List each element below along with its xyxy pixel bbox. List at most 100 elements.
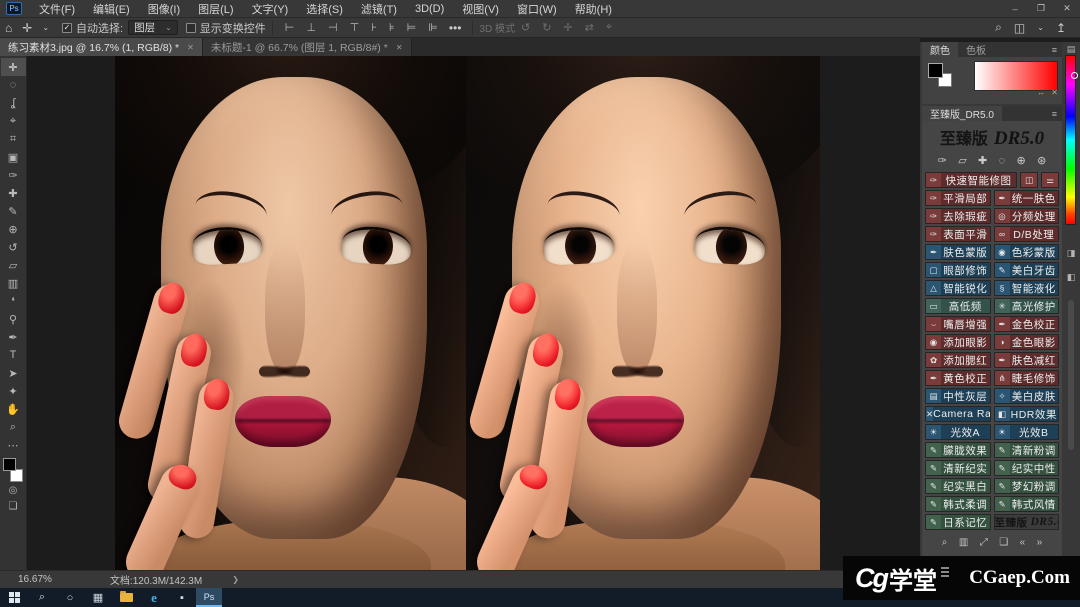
dr5-button-智能锐化[interactable]: △ 智能锐化: [925, 280, 991, 296]
distribute-icon-3[interactable]: ⊫: [422, 21, 444, 34]
edge-button[interactable]: e: [140, 588, 168, 607]
close-button[interactable]: ✕: [1054, 0, 1080, 18]
auto-select-checkbox[interactable]: [62, 22, 73, 33]
dr5-button-嘴唇增强[interactable]: ⌣ 嘴唇增强: [925, 316, 991, 332]
dr5-button-金色眼影[interactable]: ◑ 金色眼影: [993, 334, 1059, 350]
dr5-button-分频处理[interactable]: ◎ 分频处理: [993, 208, 1059, 224]
dr5-button-D/B处理[interactable]: ∞ D/B处理: [993, 226, 1059, 242]
align-icon-2[interactable]: ⊣: [322, 21, 344, 34]
healing-brush-tool[interactable]: ✚: [1, 184, 26, 202]
more-options-icon[interactable]: •••: [444, 21, 467, 35]
stamp-icon[interactable]: ⊕: [1017, 154, 1026, 167]
edit-toolbar[interactable]: ⋯: [1, 436, 26, 454]
menu-item-帮助(H)[interactable]: 帮助(H): [566, 0, 621, 18]
history-brush-tool[interactable]: ↺: [1, 238, 26, 256]
dr5-button-睫毛修饰[interactable]: ⋔ 睫毛修饰: [993, 370, 1059, 386]
panel-menu-icon[interactable]: ≡: [1052, 109, 1062, 119]
dr5-button-日系记忆[interactable]: ✎ 日系记忆: [925, 514, 991, 530]
lasso-tool[interactable]: ʆ: [1, 94, 26, 112]
dr5-button-朦胧效果[interactable]: ✎ 朦胧效果: [925, 442, 991, 458]
home-icon[interactable]: ⌂: [0, 21, 17, 35]
dr5-button-表面平滑[interactable]: ✑ 表面平滑: [925, 226, 991, 242]
target-select[interactable]: 图层 ⌄: [128, 20, 178, 35]
menu-item-3D(D)[interactable]: 3D(D): [406, 0, 453, 18]
chevron-down-icon[interactable]: ⌄: [37, 23, 54, 32]
stamp-x1-icon[interactable]: ⊛: [1037, 154, 1046, 167]
panel-icon[interactable]: ▥: [959, 537, 968, 548]
3d-mode-icon-3[interactable]: ⇄: [579, 21, 600, 34]
share-icon[interactable]: ↥: [1050, 21, 1072, 35]
dr5-button-美白牙齿[interactable]: ✎ 美白牙齿: [993, 262, 1059, 278]
close-icon[interactable]: ✕: [396, 43, 403, 52]
dr5-button-色彩蒙版[interactable]: ◉ 色彩蒙版: [993, 244, 1059, 260]
foreground-color-swatch[interactable]: [3, 458, 16, 471]
chevron-left-icon[interactable]: «: [1020, 537, 1026, 548]
dr5-extra-button-1[interactable]: ⚌: [1041, 172, 1059, 188]
zoom-icon[interactable]: ⌕: [942, 537, 948, 548]
restore-button[interactable]: ❐: [1028, 0, 1054, 18]
crop-tool[interactable]: ⌗: [1, 130, 26, 148]
quick-select-tool[interactable]: ⌖: [1, 112, 26, 130]
dr5-button-纪实中性[interactable]: ✎ 纪实中性: [993, 460, 1059, 476]
close-icon[interactable]: ✕: [187, 43, 194, 52]
distribute-icon-1[interactable]: ⊧: [383, 21, 401, 34]
blur-tool[interactable]: ❛: [1, 292, 26, 310]
menu-item-窗口(W)[interactable]: 窗口(W): [508, 0, 566, 18]
portrait-after[interactable]: [466, 56, 820, 570]
chevron-right-icon[interactable]: »: [1037, 537, 1043, 548]
menu-item-文字(Y)[interactable]: 文字(Y): [243, 0, 298, 18]
dr5-button-快速智能修图[interactable]: ✑ 快速智能修图: [925, 172, 1017, 188]
screen-mode-button[interactable]: ❏: [1, 498, 26, 514]
pen-tool[interactable]: ✒: [1, 328, 26, 346]
copy-icon[interactable]: ❏: [999, 537, 1008, 548]
zoom-level[interactable]: 16.67%: [18, 574, 52, 585]
eraser-tool[interactable]: ▱: [1, 256, 26, 274]
3d-mode-icon-4[interactable]: ⌖: [600, 21, 618, 34]
dr5-extra-button-0[interactable]: ◫: [1020, 172, 1038, 188]
dr5-button-高光修护[interactable]: ✳ 高光修护: [993, 298, 1059, 314]
move-tool[interactable]: ✛: [0, 58, 26, 76]
dr5-button-韩式柔调[interactable]: ✎ 韩式柔调: [925, 496, 991, 512]
dr5-button-高低频[interactable]: ▭ 高低频: [925, 298, 991, 314]
panel-icon[interactable]: ◧: [1062, 272, 1080, 283]
document-tab[interactable]: 未标题-1 @ 66.7% (图层 1, RGB/8#) * ✕: [202, 38, 412, 56]
search-icon[interactable]: ⌕: [989, 20, 1008, 35]
show-transform-checkbox[interactable]: [185, 22, 196, 33]
zoom-tool[interactable]: ⌕: [1, 418, 26, 436]
frame-tool[interactable]: ▣: [1, 148, 26, 166]
dr5-button-梦幻粉调[interactable]: ✎ 梦幻粉调: [993, 478, 1059, 494]
move-tool-icon[interactable]: ✛: [17, 21, 37, 35]
tab-dr5[interactable]: 至臻版_DR5.0: [922, 106, 1002, 121]
dr5-button-光效A[interactable]: ☀ 光效A: [925, 424, 991, 440]
dr5-button-韩式风情[interactable]: ✎ 韩式风情: [993, 496, 1059, 512]
file-explorer-button[interactable]: [112, 588, 140, 607]
panel-menu-icon[interactable]: ≡: [1052, 45, 1062, 55]
dr5-button-纪实黑白[interactable]: ✎ 纪实黑白: [925, 478, 991, 494]
cycle-colors-icon[interactable]: ↔: [1037, 88, 1045, 97]
task-view-button[interactable]: ▦: [84, 588, 112, 607]
quick-mask-button[interactable]: ◎: [1, 482, 26, 498]
menu-item-视图(V)[interactable]: 视图(V): [453, 0, 508, 18]
align-icon-0[interactable]: ⊢: [279, 21, 301, 34]
dr5-button-清新纪实[interactable]: ✎ 清新纪实: [925, 460, 991, 476]
photoshop-button[interactable]: Ps: [196, 588, 222, 607]
3d-mode-icon-0[interactable]: ↺: [515, 21, 536, 34]
dr5-button-肤色减红[interactable]: ✒ 肤色减红: [993, 352, 1059, 368]
dr5-button-金色校正[interactable]: ✒ 金色校正: [993, 316, 1059, 332]
dr5-button-眼部修饰[interactable]: ▢ 眼部修饰: [925, 262, 991, 278]
shape-tool[interactable]: ✦: [1, 382, 26, 400]
scrollbar[interactable]: [1068, 300, 1074, 450]
dr5-button-统一肤色[interactable]: ✒ 统一肤色: [993, 190, 1059, 206]
dr5-button-Camera Raw[interactable]: ✕Camera Raw: [925, 406, 991, 422]
3d-mode-icon-1[interactable]: ↻: [536, 21, 557, 34]
pinned-app-button[interactable]: ▪: [168, 588, 196, 607]
start-button[interactable]: [0, 588, 28, 607]
hue-slider[interactable]: [1065, 55, 1078, 225]
dr5-button-去除瑕疵[interactable]: ✑ 去除瑕疵: [925, 208, 991, 224]
dr5-button-平滑局部[interactable]: ✑ 平滑局部: [925, 190, 991, 206]
tab-color[interactable]: 颜色: [922, 42, 958, 57]
brush-tool[interactable]: ✎: [1, 202, 26, 220]
mini-color-swatches[interactable]: [928, 63, 952, 87]
tab-swatches[interactable]: 色板: [958, 42, 994, 57]
hand-tool[interactable]: ✋: [1, 400, 26, 418]
